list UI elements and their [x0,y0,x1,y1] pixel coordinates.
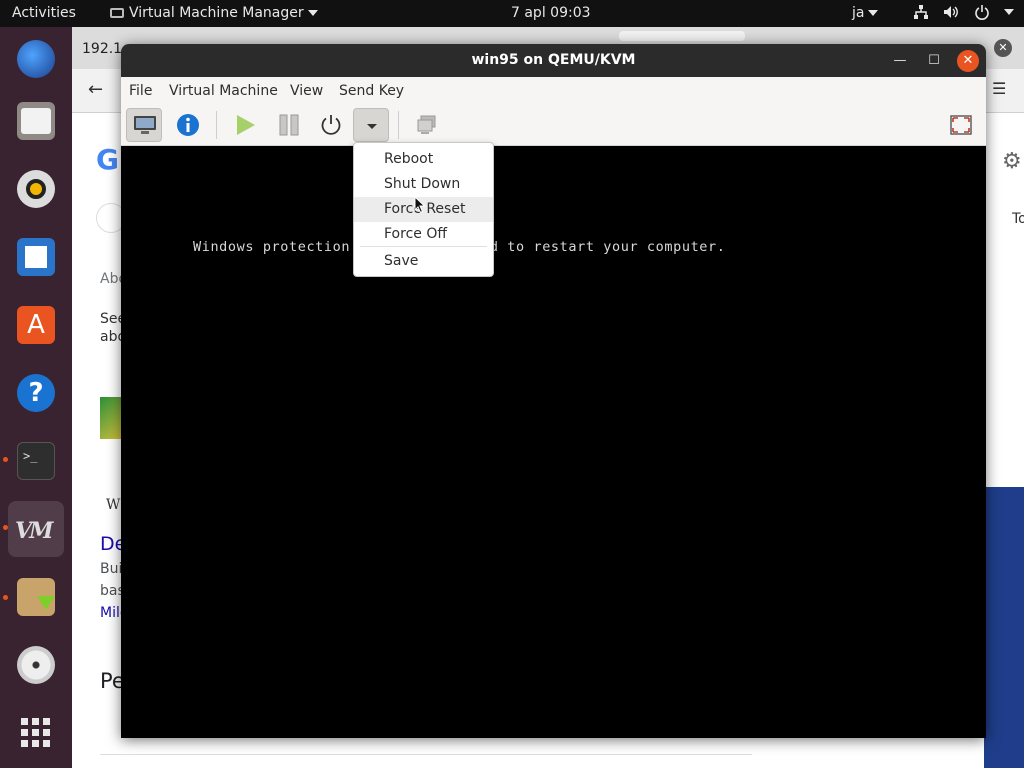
vm-console-window: win95 on QEMU/KVM — ☐ ✕ File Virtual Mac… [121,44,986,738]
chevron-down-icon [1004,9,1015,15]
dock-virt-manager[interactable]: VM [8,501,64,557]
dock: A ? >_ VM [0,27,72,768]
console-text-end: ed to restart your computer. [481,239,726,255]
files-icon [17,102,55,140]
rhythmbox-icon [17,170,55,208]
menu-file[interactable]: File [129,83,152,99]
software-icon: A [17,306,55,344]
mouse-pointer-icon [414,196,426,214]
maximize-button[interactable]: ☐ [923,50,945,72]
thunderbird-icon [17,40,55,78]
back-icon[interactable]: ← [88,79,103,100]
menu-item-reboot[interactable]: Reboot [354,147,493,172]
dock-software[interactable]: A [8,297,64,353]
divider [100,754,752,755]
network-icon [914,5,928,19]
top-bar: Activities Virtual Machine Manager 7 apl… [0,0,1024,27]
menu-item-shut-down[interactable]: Shut Down [354,172,493,197]
snapshots-button[interactable] [409,108,445,142]
close-icon[interactable]: ✕ [994,39,1012,57]
help-icon: ? [17,374,55,412]
window-title: win95 on QEMU/KVM [471,52,636,68]
snippet-fragment: Bui [100,561,123,577]
dock-archive[interactable] [8,569,64,625]
dock-files[interactable] [8,93,64,149]
menu-item-force-off[interactable]: Force Off [354,222,493,247]
console-text-start: Windows protection [193,239,351,255]
archive-installer-icon [17,578,55,616]
writer-icon [17,238,55,276]
wikipedia-favicon: W [106,497,121,513]
volume-icon [944,6,959,18]
browser-tab[interactable] [619,31,745,41]
menu-bar: File Virtual Machine View Send Key [121,77,986,105]
dock-disc[interactable] [8,637,64,693]
title-bar[interactable]: win95 on QEMU/KVM — ☐ ✕ [121,44,986,77]
details-button[interactable] [170,108,206,142]
clock[interactable]: 7 apl 09:03 [511,5,591,21]
desktop: Activities Virtual Machine Manager 7 apl… [0,0,1024,768]
shutdown-button[interactable] [313,108,349,142]
system-menu[interactable] [913,4,1015,20]
input-source-menu[interactable]: ja [852,5,879,21]
menu-virtual-machine[interactable]: Virtual Machine [169,83,278,99]
virt-manager-icon: VM [15,518,53,544]
vm-display[interactable]: Windows protection ed to restart your com… [121,146,986,738]
shutdown-menu-button[interactable] [353,108,389,142]
power-icon [975,5,989,20]
fullscreen-button[interactable] [943,108,979,142]
menu-view[interactable]: View [290,83,323,99]
toolbar-separator [216,111,217,139]
screenshot-icon [417,115,436,134]
console-view-button[interactable] [126,108,162,142]
menu-send-key[interactable]: Send Key [339,83,404,99]
activities-button[interactable]: Activities [12,5,76,21]
chevron-down-icon [868,10,879,16]
gear-icon[interactable]: ⚙ [1002,149,1022,174]
app-menu-label: Virtual Machine Manager [129,5,304,21]
dock-writer[interactable] [8,229,64,285]
tools-fragment[interactable]: To [1012,211,1024,227]
run-icon [237,115,255,135]
info-icon [177,114,199,136]
result-thumbnail[interactable] [100,397,122,439]
hamburger-menu-icon[interactable]: ☰ [992,79,1006,98]
power-icon [321,115,341,135]
google-logo: G [96,143,119,176]
minimize-button[interactable]: — [889,50,911,72]
dock-terminal[interactable]: >_ [8,433,64,489]
input-source-label: ja [852,5,865,21]
toolbar [121,105,986,146]
chevron-down-icon [307,10,318,16]
fullscreen-icon [950,115,972,135]
menu-separator [360,246,487,247]
pause-icon [279,114,299,136]
disc-icon [17,646,55,684]
dock-rhythmbox[interactable] [8,161,64,217]
vmm-app-icon [110,8,124,18]
menu-item-save[interactable]: Save [354,249,493,274]
console-icon [134,116,156,134]
toolbar-separator [398,111,399,139]
terminal-icon: >_ [17,442,55,480]
dock-thunderbird[interactable] [8,31,64,87]
app-grid-icon [21,718,50,747]
background-screenshot-thumbnails [984,487,1024,768]
pause-button[interactable] [271,108,307,142]
run-button[interactable] [227,108,263,142]
dock-app-grid[interactable] [8,705,64,761]
browser-tab-label[interactable]: 192.1 [82,41,122,57]
app-menu[interactable]: Virtual Machine Manager [110,5,318,21]
close-button[interactable]: ✕ [957,50,979,72]
dropdown-arrow-icon [367,124,377,129]
dock-help[interactable]: ? [8,365,64,421]
